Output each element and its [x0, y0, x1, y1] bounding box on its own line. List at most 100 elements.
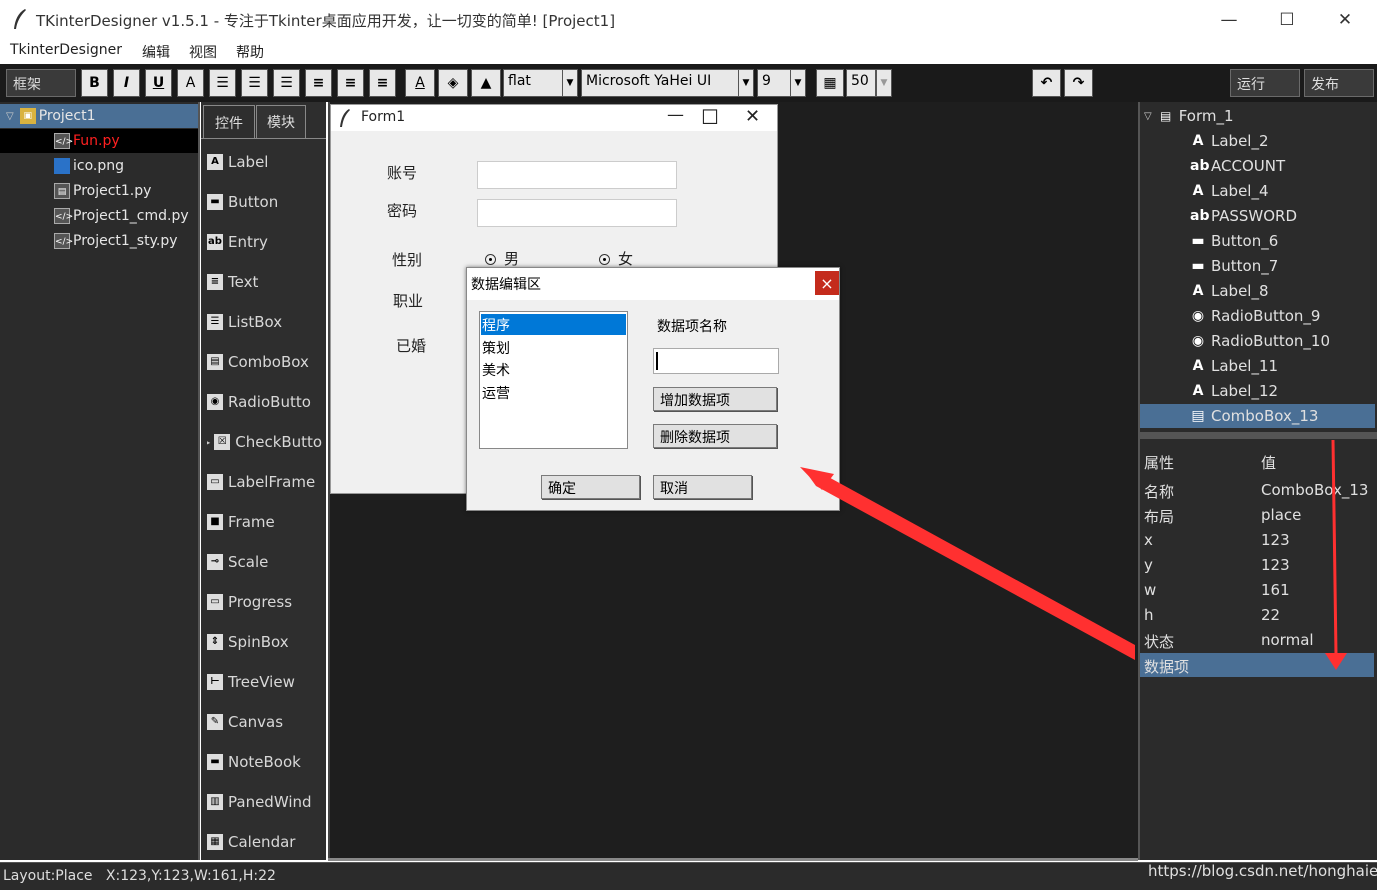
list-item[interactable]: 策划: [482, 338, 510, 358]
widget-item[interactable]: ▬ NoteBook: [207, 750, 325, 774]
menu-help[interactable]: 帮助: [236, 42, 264, 62]
delete-item-button[interactable]: 删除数据项: [653, 424, 777, 448]
property-row[interactable]: 名称 ComboBox_13: [1140, 478, 1374, 502]
cancel-button[interactable]: 取消: [653, 475, 752, 499]
widget-item[interactable]: ⊸ Scale: [207, 550, 325, 574]
widget-item[interactable]: ▭ Progress: [207, 590, 325, 614]
grid-size-input[interactable]: 50: [846, 69, 876, 97]
object-tree-item[interactable]: ▬ Button_7: [1190, 254, 1278, 278]
menu-view[interactable]: 视图: [189, 42, 217, 62]
data-listbox[interactable]: 程序 策划 美术 运营: [479, 311, 628, 449]
widget-item[interactable]: ✎ Canvas: [207, 710, 325, 734]
relief-select[interactable]: flat: [503, 69, 563, 97]
ok-button[interactable]: 确定: [541, 475, 640, 499]
frame-button[interactable]: 框架: [6, 69, 76, 97]
publish-button[interactable]: 发布: [1304, 69, 1374, 97]
property-row[interactable]: h 22: [1140, 603, 1374, 627]
dialog-close-button[interactable]: ×: [815, 271, 839, 295]
font-button[interactable]: A: [177, 69, 204, 97]
menu-edit[interactable]: 编辑: [142, 42, 170, 62]
chevron-down-icon[interactable]: ▼: [738, 69, 754, 97]
object-tree-item[interactable]: ab PASSWORD: [1190, 204, 1297, 228]
chevron-down-icon[interactable]: ▼: [562, 69, 578, 97]
menu-tkinterdesigner[interactable]: TkinterDesigner: [10, 42, 122, 58]
redo-icon[interactable]: ↷: [1064, 69, 1093, 97]
object-tree-item[interactable]: ▤ ComboBox_13: [1190, 404, 1318, 428]
widget-item[interactable]: ab Entry: [207, 230, 325, 254]
form1-close-button[interactable]: ✕: [745, 106, 760, 127]
radio-male[interactable]: 男: [485, 248, 519, 269]
item-name-input[interactable]: [653, 348, 779, 374]
object-tree-item[interactable]: ab ACCOUNT: [1190, 154, 1285, 178]
widget-item[interactable]: ◉ RadioButto: [207, 390, 325, 414]
form1-minimize-button[interactable]: —: [667, 105, 684, 125]
panel-splitter[interactable]: [1140, 432, 1377, 439]
object-tree-item[interactable]: A Label_8: [1190, 279, 1269, 303]
object-tree-root[interactable]: ▽ ▤ Form_1: [1144, 104, 1234, 128]
list-item[interactable]: 运营: [482, 383, 510, 403]
radio-female[interactable]: 女: [599, 248, 633, 269]
chevron-down-icon[interactable]: ▼: [790, 69, 806, 97]
chevron-down-icon[interactable]: ▼: [876, 69, 892, 97]
tab-controls[interactable]: 控件: [203, 105, 255, 139]
font-family-select[interactable]: Microsoft YaHei UI: [581, 69, 739, 97]
undo-icon[interactable]: ↶: [1032, 69, 1061, 97]
maximize-button[interactable]: ☐: [1258, 0, 1316, 40]
align-right-icon[interactable]: ☰: [273, 69, 300, 97]
align-bottom-icon[interactable]: ≡: [369, 69, 396, 97]
image-icon[interactable]: ▲: [471, 69, 501, 97]
object-tree-item[interactable]: A Label_4: [1190, 179, 1269, 203]
object-tree-item[interactable]: A Label_12: [1190, 379, 1278, 403]
tree-file[interactable]: </> Project1_sty.py: [54, 229, 178, 253]
widget-item[interactable]: ▭ LabelFrame: [207, 470, 325, 494]
widget-item[interactable]: ▥ PanedWind: [207, 790, 325, 814]
tab-modules[interactable]: 模块: [256, 105, 306, 139]
align-top-icon[interactable]: ≡: [305, 69, 332, 97]
tree-file[interactable]: </> Project1_cmd.py: [54, 204, 189, 228]
widget-item[interactable]: ☰ ListBox: [207, 310, 325, 334]
property-row[interactable]: 数据项: [1140, 653, 1374, 677]
property-row[interactable]: 状态 normal: [1140, 628, 1374, 652]
align-center-icon[interactable]: ☰: [241, 69, 268, 97]
widget-item[interactable]: A Label: [207, 150, 325, 174]
form1-maximize-button[interactable]: ☐: [701, 105, 719, 129]
fill-color-icon[interactable]: ◈: [438, 69, 468, 97]
property-row[interactable]: w 161: [1140, 578, 1374, 602]
run-button[interactable]: 运行: [1230, 69, 1300, 97]
widget-item[interactable]: ⊢ TreeView: [207, 670, 325, 694]
font-size-select[interactable]: 9: [757, 69, 791, 97]
close-button[interactable]: ✕: [1316, 0, 1374, 40]
font-color-icon[interactable]: A: [405, 69, 435, 97]
italic-button[interactable]: I: [113, 69, 140, 97]
property-row[interactable]: 布局 place: [1140, 503, 1374, 527]
property-row[interactable]: x 123: [1140, 528, 1374, 552]
tree-file[interactable]: </> Fun.py: [54, 129, 120, 153]
align-middle-icon[interactable]: ≡: [337, 69, 364, 97]
tree-file[interactable]: ico.png: [54, 154, 124, 178]
add-item-button[interactable]: 增加数据项: [653, 387, 777, 411]
tree-root[interactable]: ▽ ▣ Project1: [6, 104, 96, 128]
object-tree-item[interactable]: A Label_2: [1190, 129, 1269, 153]
object-tree-item[interactable]: ◉ RadioButton_9: [1190, 304, 1321, 328]
align-left-icon[interactable]: ☰: [209, 69, 236, 97]
property-row[interactable]: y 123: [1140, 553, 1374, 577]
tree-file[interactable]: ▤ Project1.py: [54, 179, 151, 203]
account-input[interactable]: [477, 161, 677, 189]
minimize-button[interactable]: —: [1200, 0, 1258, 40]
widget-item[interactable]: ≡ Text: [207, 270, 325, 294]
widget-item[interactable]: ▦ Calendar: [207, 830, 325, 854]
data-edit-dialog[interactable]: 数据编辑区 × 程序 策划 美术 运营 数据项名称 增加数据项 删除数据项 确定…: [466, 267, 840, 511]
widget-item[interactable]: ▬ Button: [207, 190, 325, 214]
object-tree-item[interactable]: A Label_11: [1190, 354, 1278, 378]
widget-item[interactable]: ▶ ☒CheckButto: [207, 430, 325, 454]
object-tree-item[interactable]: ◉ RadioButton_10: [1190, 329, 1330, 353]
widget-item[interactable]: ▤ ComboBox: [207, 350, 325, 374]
list-item[interactable]: 美术: [482, 360, 510, 380]
password-input[interactable]: [477, 199, 677, 227]
underline-button[interactable]: U: [145, 69, 172, 97]
widget-item[interactable]: ⇕ SpinBox: [207, 630, 325, 654]
grid-icon[interactable]: ▦: [816, 69, 844, 97]
widget-item[interactable]: ■ Frame: [207, 510, 325, 534]
bold-button[interactable]: B: [81, 69, 108, 97]
list-item[interactable]: 程序: [482, 315, 510, 335]
